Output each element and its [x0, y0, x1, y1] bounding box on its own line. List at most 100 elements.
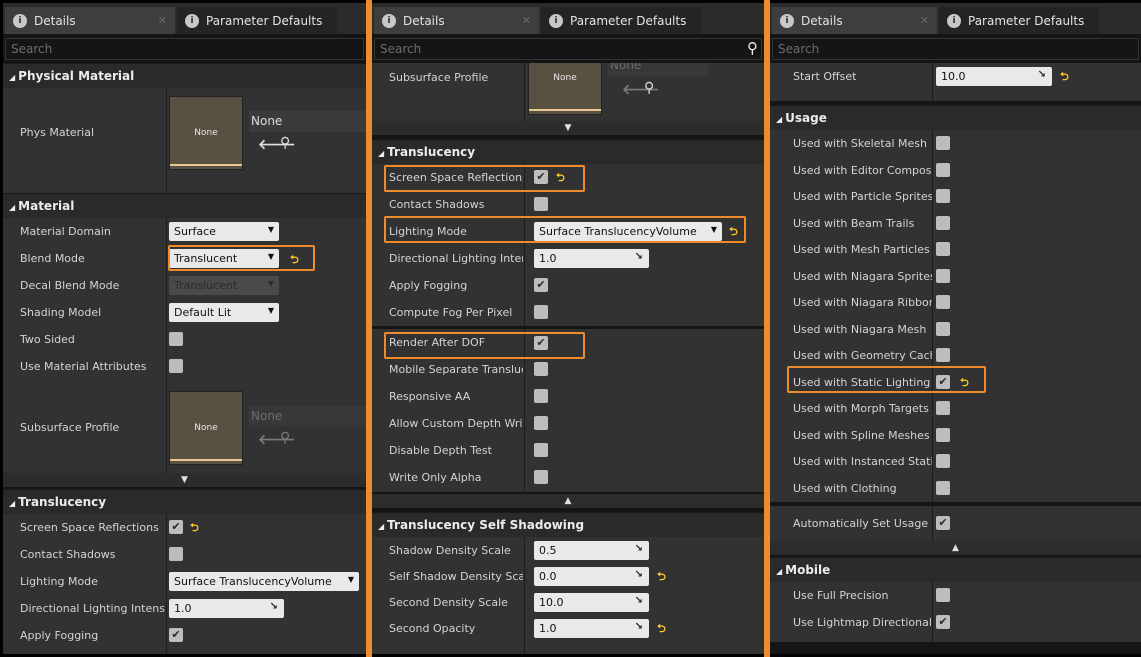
highlight-ssr: [384, 165, 585, 192]
start-offset-field[interactable]: 10.0 ↘: [936, 67, 1052, 86]
section-material[interactable]: ◢ Material: [3, 193, 366, 218]
close-icon[interactable]: ✕: [920, 14, 929, 27]
directional-lighting-field[interactable]: 1.0 ↘: [534, 249, 649, 268]
usage-label: Used with Geometry Cache: [793, 349, 932, 362]
section-physical-material[interactable]: ◢ Physical Material: [3, 63, 366, 88]
usage-row: Used with Spline Meshes: [770, 422, 1141, 449]
magnifier-icon[interactable]: ⚲: [280, 135, 290, 151]
lighting-mode-label: Lighting Mode: [20, 575, 98, 588]
second-density-scale-label: Second Density Scale: [389, 596, 508, 609]
lighting-mode-dropdown[interactable]: Surface TranslucencyVolume ▼: [169, 572, 359, 591]
section-translucency[interactable]: ◢ Translucency: [3, 489, 366, 514]
usage-checkbox[interactable]: [936, 401, 950, 415]
usage-checkbox[interactable]: [936, 454, 950, 468]
mobile-separate-checkbox[interactable]: [534, 362, 548, 376]
tab-details[interactable]: i Details ✕: [5, 7, 175, 34]
highlight-blend-mode: [168, 245, 315, 271]
usage-checkbox[interactable]: [936, 189, 950, 203]
tab-parameter-defaults[interactable]: i Parameter Defaults: [939, 7, 1099, 34]
phys-material-thumbnail[interactable]: None: [169, 96, 243, 170]
ssr-checkbox[interactable]: ✔: [169, 520, 183, 534]
section-translucency[interactable]: ◢ Translucency: [372, 139, 764, 164]
expand-advanced-button[interactable]: ▼: [372, 121, 764, 135]
lightmap-directional-checkbox[interactable]: ✔: [936, 615, 950, 629]
tab-details[interactable]: i Details ✕: [374, 7, 539, 34]
usage-checkbox[interactable]: [936, 215, 950, 230]
usage-checkbox[interactable]: [936, 162, 950, 177]
reset-arrow-icon[interactable]: ⮌: [190, 519, 199, 538]
close-icon[interactable]: ✕: [158, 14, 167, 27]
apply-fogging-checkbox[interactable]: ✔: [534, 278, 548, 292]
shading-model-dropdown[interactable]: Default Lit ▼: [169, 303, 279, 322]
two-sided-checkbox[interactable]: [169, 332, 183, 346]
allow-custom-depth-checkbox[interactable]: [534, 416, 548, 430]
usage-checkbox[interactable]: [936, 295, 950, 309]
usage-checkbox[interactable]: [936, 427, 950, 442]
contact-shadows-checkbox[interactable]: [169, 547, 183, 561]
usage-row: Used with Mesh Particles: [770, 236, 1141, 263]
search-icon[interactable]: ⚲: [747, 39, 758, 57]
second-opacity-field[interactable]: 1.0 ↘: [534, 619, 649, 638]
auto-usage-checkbox[interactable]: ✔: [936, 516, 950, 530]
search-input[interactable]: Search: [5, 38, 364, 60]
tab-parameter-defaults[interactable]: i Parameter Defaults: [541, 7, 701, 34]
subsurface-profile-thumbnail[interactable]: None: [528, 63, 602, 115]
subsurface-profile-thumbnail[interactable]: None: [169, 391, 243, 465]
usage-row: Used with Niagara Ribbons: [770, 289, 1141, 316]
reset-arrow-icon[interactable]: ⮌: [657, 620, 666, 639]
responsive-aa-checkbox[interactable]: [534, 389, 548, 403]
self-shadow-density-field[interactable]: 0.0 ↘: [534, 567, 649, 586]
usage-label: Used with Niagara Mesh: [793, 322, 927, 336]
reset-arrow-icon[interactable]: ⮌: [1060, 68, 1069, 87]
tab-details[interactable]: i Details ✕: [772, 7, 937, 34]
contact-shadows-label: Contact Shadows: [389, 198, 485, 211]
contact-shadows-checkbox[interactable]: [534, 197, 548, 211]
allow-custom-depth-label: Allow Custom Depth Writes: [389, 417, 523, 430]
usage-checkbox[interactable]: [936, 268, 950, 283]
tab-bar: i Details ✕ i Parameter Defaults: [770, 3, 1141, 34]
compute-fog-checkbox[interactable]: [534, 305, 548, 319]
usage-label: Used with Instanced Static Meshes: [793, 455, 932, 468]
disable-depth-test-label: Disable Depth Test: [389, 444, 492, 457]
usage-label: Used with Clothing: [793, 481, 897, 495]
tab-parameter-defaults[interactable]: i Parameter Defaults: [177, 7, 337, 34]
expand-advanced-button[interactable]: ▼: [3, 473, 366, 487]
close-icon[interactable]: ✕: [522, 14, 531, 27]
usage-label: Used with Editor Compositing: [793, 163, 932, 177]
material-domain-dropdown[interactable]: Surface ▼: [169, 222, 279, 241]
info-icon: i: [382, 13, 396, 28]
disable-depth-test-checkbox[interactable]: [534, 443, 548, 457]
usage-checkbox[interactable]: [936, 321, 950, 336]
collapse-advanced-button[interactable]: ▲: [770, 541, 1141, 555]
apply-fogging-checkbox[interactable]: ✔: [169, 628, 183, 642]
second-density-scale-field[interactable]: 10.0 ↘: [534, 593, 649, 612]
lightmap-directional-label: Use Lightmap Directionality: [793, 616, 932, 629]
compute-fog-label: Compute Fog Per Pixel: [389, 306, 513, 319]
highlight-render-after-dof: [384, 332, 585, 359]
search-input[interactable]: Search: [772, 38, 1139, 60]
section-translucency-self-shadowing[interactable]: ◢ Translucency Self Shadowing: [372, 512, 764, 537]
usage-row: Used with Beam Trails: [770, 210, 1141, 237]
section-usage[interactable]: ◢ Usage: [770, 105, 1141, 130]
usage-checkbox[interactable]: [936, 242, 950, 256]
apply-fogging-label: Apply Fogging: [389, 279, 468, 292]
usage-checkbox[interactable]: [936, 136, 950, 150]
info-icon: i: [947, 13, 961, 28]
details-content: ◢ Physical Material Phys Material None No…: [3, 63, 366, 654]
section-mobile[interactable]: ◢ Mobile: [770, 557, 1141, 582]
magnifier-icon[interactable]: ⚲: [280, 430, 290, 446]
write-only-alpha-checkbox[interactable]: [534, 470, 548, 484]
use-material-attributes-checkbox[interactable]: [169, 359, 183, 373]
phys-material-asset-field[interactable]: None: [249, 111, 366, 132]
directional-lighting-field[interactable]: 1.0 ↘: [169, 599, 284, 618]
full-precision-checkbox[interactable]: [936, 588, 950, 602]
search-input[interactable]: Search ⚲: [374, 38, 762, 60]
magnifier-icon[interactable]: ⚲: [644, 80, 654, 96]
usage-row: Used with Geometry Cache: [770, 342, 1141, 369]
collapse-advanced-button[interactable]: ▲: [372, 494, 764, 508]
usage-checkbox[interactable]: [936, 480, 950, 495]
usage-checkbox[interactable]: [936, 348, 950, 362]
shadow-density-scale-field[interactable]: 0.5 ↘: [534, 541, 649, 560]
reset-arrow-icon[interactable]: ⮌: [657, 568, 666, 587]
auto-usage-label: Automatically Set Usage: [793, 517, 929, 530]
